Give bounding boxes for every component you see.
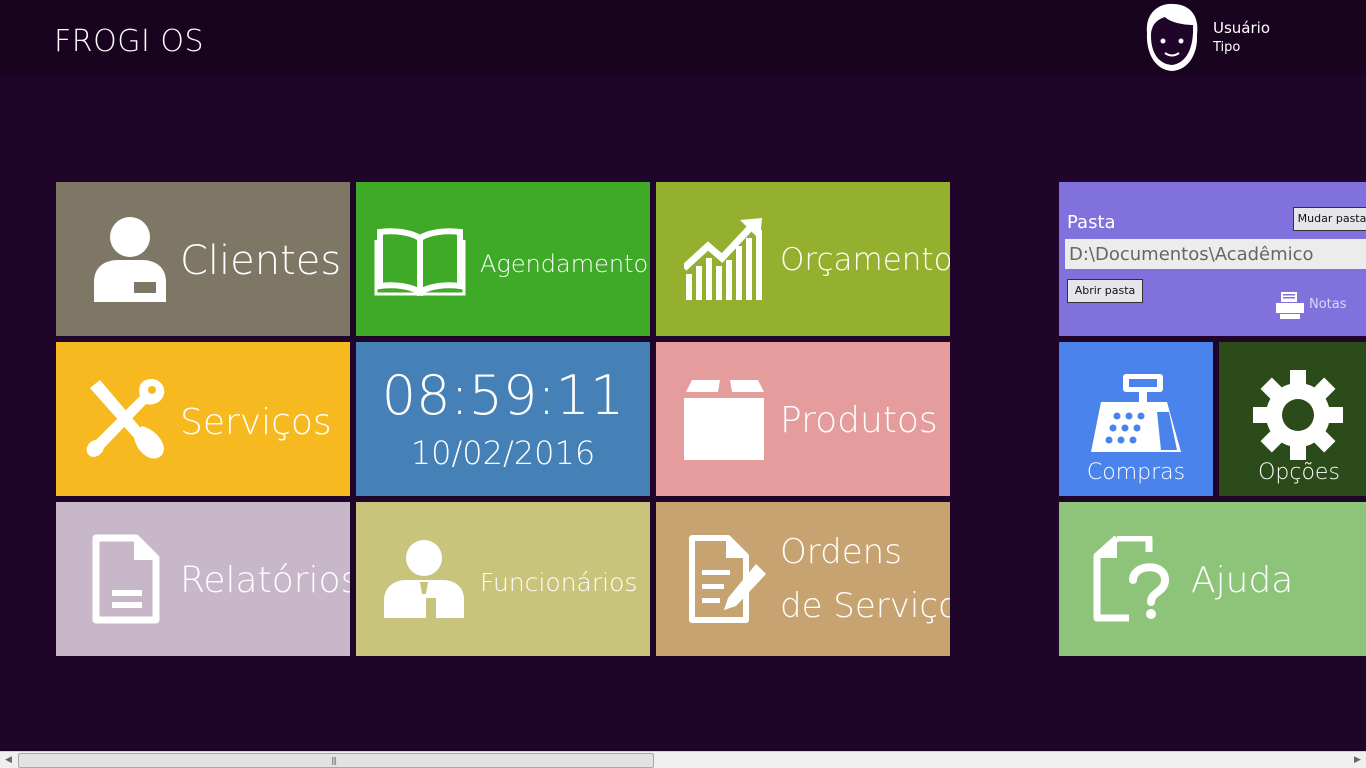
notes-label: Notas [1309, 297, 1347, 312]
tile-servicos[interactable]: Serviços [56, 342, 350, 496]
scroll-left-icon[interactable]: ◀ [0, 752, 17, 768]
opcoes-label: Opções [1258, 460, 1340, 485]
tile-relatorios[interactable]: Relatórios [56, 502, 350, 656]
folder-label: Pasta [1067, 212, 1116, 233]
horizontal-scrollbar[interactable]: ◀ ||| ▶ [0, 751, 1366, 768]
user-avatar-icon[interactable] [1141, 3, 1203, 73]
ordens-label-line1: Ordens [780, 532, 902, 572]
scroll-thumb[interactable]: ||| [18, 753, 654, 768]
tile-ordens-servico[interactable]: Ordens de Serviço [656, 502, 950, 656]
tile-funcionarios[interactable]: Funcionários [356, 502, 650, 656]
tile-clientes[interactable]: Clientes [56, 182, 350, 336]
clock-time: 08:59:11 [381, 364, 625, 427]
funcionarios-label: Funcionários [480, 568, 638, 597]
grip-icon: ||| [331, 756, 337, 765]
box-icon [684, 380, 764, 460]
user-type: Tipo [1213, 40, 1241, 55]
agendamentos-label: Agendamentos [480, 250, 650, 278]
tools-icon [86, 378, 165, 459]
tile-compras[interactable]: Compras [1059, 342, 1213, 496]
tile-agendamentos[interactable]: Agendamentos [356, 182, 650, 336]
edit-document-icon [689, 535, 766, 623]
tile-produtos[interactable]: Produtos [656, 342, 950, 496]
employee-icon [384, 540, 464, 618]
folder-panel: Pasta Mudar pasta Abrir pasta Notas [1059, 182, 1366, 336]
tile-opcoes[interactable]: Opções [1219, 342, 1366, 496]
help-document-icon [1093, 536, 1170, 622]
book-icon [374, 228, 466, 296]
user-name: Usuário [1213, 19, 1271, 37]
app-title: FROGI OS [54, 24, 205, 59]
compras-label: Compras [1086, 460, 1186, 485]
servicos-label: Serviços [180, 402, 332, 443]
scroll-right-icon[interactable]: ▶ [1349, 752, 1366, 768]
produtos-label: Produtos [780, 400, 938, 441]
relatorios-label: Relatórios [180, 560, 350, 601]
ajuda-label: Ajuda [1191, 560, 1294, 601]
gear-icon [1253, 370, 1343, 460]
printer-icon [1276, 292, 1304, 319]
chart-growth-icon [684, 218, 762, 300]
tile-orcamentos[interactable]: Orçamentos [656, 182, 950, 336]
notes-button[interactable]: Notas [1275, 290, 1355, 324]
orcamentos-label: Orçamentos [780, 242, 950, 278]
tile-clock: 08:59:11 10/02/2016 [356, 342, 650, 496]
change-folder-button[interactable]: Mudar pasta [1293, 207, 1366, 231]
open-folder-button[interactable]: Abrir pasta [1067, 279, 1143, 303]
person-icon [94, 217, 166, 302]
folder-path-input[interactable] [1065, 239, 1366, 269]
document-icon [92, 534, 160, 624]
cash-register-icon [1091, 374, 1181, 452]
clientes-label: Clientes [180, 238, 342, 284]
clock-date: 10/02/2016 [410, 434, 596, 472]
tile-ajuda[interactable]: Ajuda [1059, 502, 1366, 656]
top-bar: FROGI OS Usuário Tipo [0, 0, 1366, 76]
ordens-label-line2: de Serviço [780, 586, 950, 626]
